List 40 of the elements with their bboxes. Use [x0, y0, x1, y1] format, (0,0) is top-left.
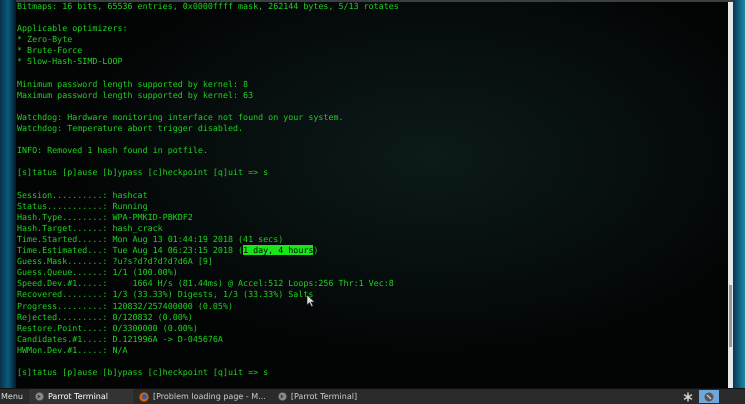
- asterisk-icon[interactable]: [683, 392, 693, 402]
- terminal-text: Bitmaps: 16 bits, 65536 entries, 0x0000ffff mask, 262144 bytes, 5/13 rotates: [17, 2, 399, 11]
- terminal-text: * Slow-Hash-SIMD-LOOP: [17, 56, 122, 66]
- terminal-text: Recovered........: 1/3 (33.33%) Digests, 1/3 (33.33%) Salts: [17, 289, 314, 300]
- terminal-text: Speed.Dev.#1.....: 1664 H/s (81.44ms) @ Accel:512 Loops:256 Thr:1 Vec:8: [17, 278, 394, 288]
- terminal-text: ): [313, 245, 318, 256]
- taskbar-window-button[interactable]: [Parrot Terminal]: [272, 389, 376, 404]
- highlighted-text: 1 day, 4 hours: [243, 245, 314, 256]
- terminal-text: Applicable optimizers:: [17, 23, 128, 34]
- terminal-text: Hash.Target......: hash_crack: [17, 222, 163, 233]
- terminal-text: Hash.Type........: WPA-PMKID-PBKDF2: [17, 212, 193, 222]
- globe-fox-icon: [138, 392, 149, 402]
- tray-button[interactable]: [699, 390, 719, 403]
- terminal-text: [s]tatus [p]ause [b]ypass [c]heckpoint [q]uit => s: [17, 167, 268, 178]
- terminal-text: Maximum password length supported by kernel: 63: [17, 90, 254, 100]
- terminal-text: Watchdog: Temperature abort trigger disabled.: [17, 123, 244, 134]
- terminal-text: * Brute-Force: [17, 45, 82, 56]
- terminal-text: Candidates.#1....: D.121996A -> D-045676A: [17, 334, 223, 344]
- terminal-text: Restore.Point....: 0/3300000 (0.00%): [17, 322, 198, 333]
- terminal-text: Time.Started.....: Mon Aug 13 01:44:19 2018 (41 secs): [17, 234, 284, 244]
- terminal-text: Guess.Queue......: 1/1 (100.00%): [17, 267, 178, 278]
- scrollbar[interactable]: [728, 2, 733, 388]
- terminal-text: Progress.........: 120832/257400000 (0.05%): [17, 300, 234, 311]
- terminal-app-icon: [34, 392, 44, 401]
- terminal-text: Rejected.........: 0/120832 (0.00%): [17, 312, 193, 322]
- terminal-text: HWMon.Dev.#1.....: N/A: [17, 344, 128, 355]
- taskbar-window-button[interactable]: Parrot Terminal: [28, 389, 133, 404]
- terminal-text: INFO: Removed 1 hash found in potfile.: [17, 145, 208, 156]
- terminal-text: Guess.Mask.......: ?u?s?d?d?d?d?d6A [9]: [17, 256, 213, 266]
- terminal-text: Minimum password length supported by kernel: 8: [17, 78, 248, 89]
- circle-icon: [704, 392, 714, 402]
- terminal-text: Session..........: hashcat: [17, 190, 148, 200]
- menu-button[interactable]: Menu: [0, 389, 29, 404]
- terminal-app-icon: [278, 392, 287, 401]
- terminal-text: Status...........: Running: [17, 200, 148, 211]
- terminal-text: Time.Estimated...: Tue Aug 14 06:23:15 2018 (: [17, 245, 244, 256]
- terminal-text: [s]tatus [p]ause [b]ypass [c]heckpoint [q]uit => s: [17, 367, 268, 378]
- taskbar-window-button[interactable]: [Problem loading page - M...: [132, 389, 272, 404]
- terminal-text: * Zero-Byte: [17, 34, 72, 44]
- terminal-text: Watchdog: Hardware monitoring interface not found on your system.: [17, 112, 344, 122]
